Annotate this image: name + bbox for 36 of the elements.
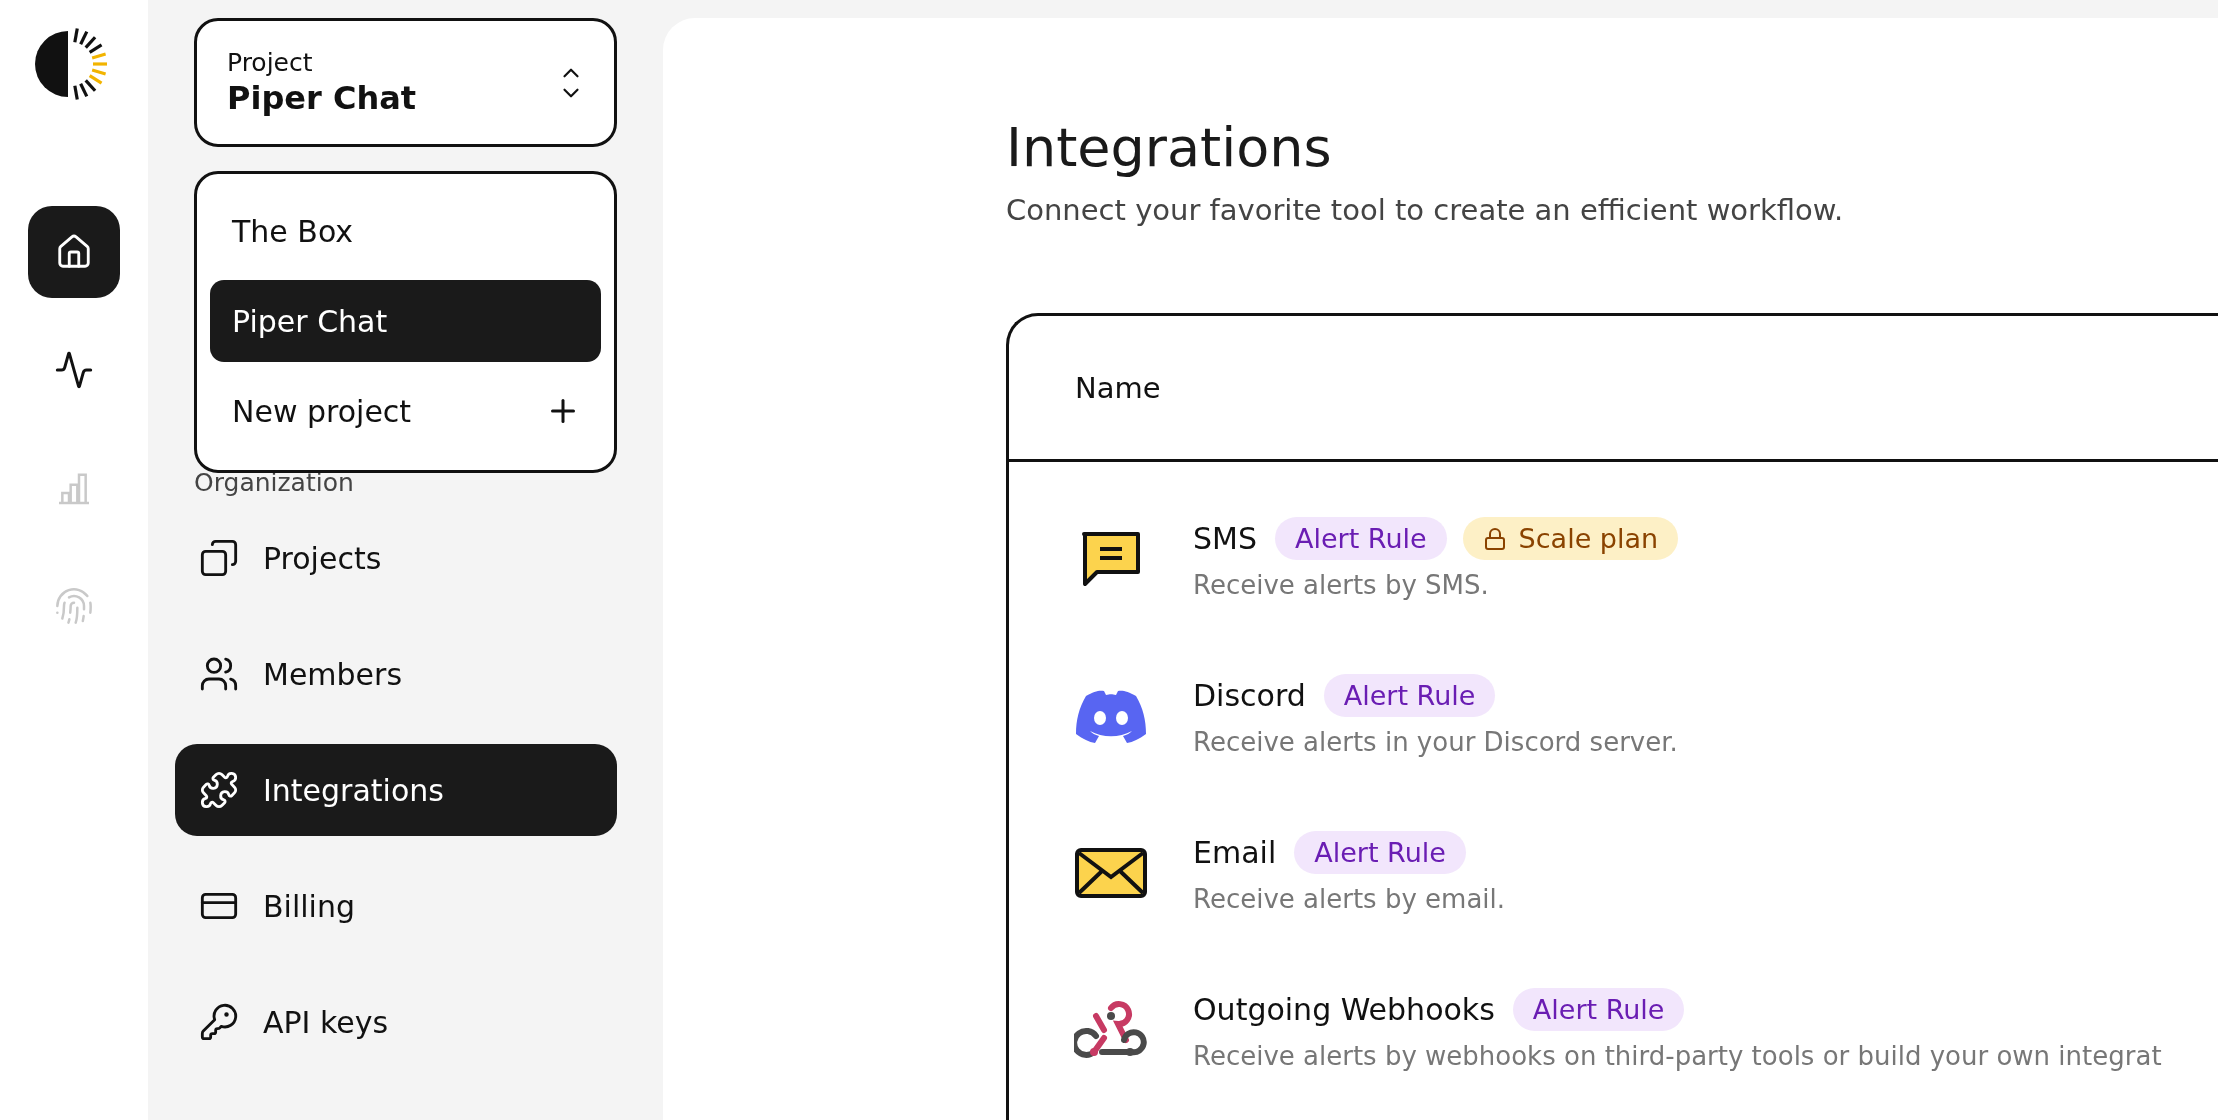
nav-item[interactable]: Members — [175, 628, 617, 720]
integration-name: Email — [1193, 835, 1277, 870]
fingerprint-icon — [54, 586, 94, 626]
selector-value: Piper Chat — [227, 79, 417, 117]
menu-item[interactable]: Piper Chat — [210, 280, 601, 362]
integration-name: Outgoing Webhooks — [1193, 992, 1495, 1027]
chat-bubble-icon — [1080, 529, 1142, 588]
integration-description: Receive alerts by SMS. — [1193, 570, 1490, 600]
key-icon — [199, 1002, 239, 1042]
tag: Alert Rule — [1294, 831, 1466, 874]
integration-name: SMS — [1193, 521, 1257, 556]
envelope-icon — [1074, 846, 1148, 899]
project-selector[interactable]: Project Piper Chat — [194, 18, 617, 147]
integration-description: Receive alerts by email. — [1193, 884, 1506, 914]
nav-item[interactable]: Integrations — [175, 744, 617, 836]
integration-description: Receive alerts by webhooks on third-party tools or build your own integrat — [1193, 1041, 2162, 1071]
integration-name: Discord — [1193, 678, 1306, 713]
page-subtitle: Connect your favorite tool to create an efficient workflow. — [1006, 193, 1845, 227]
nav-item[interactable]: Projects — [175, 512, 617, 604]
home-button[interactable] — [28, 206, 120, 298]
page-title: Integrations — [1006, 116, 1333, 179]
integration-description: Receive alerts in your Discord server. — [1193, 727, 1678, 757]
nav-item[interactable]: Billing — [175, 860, 617, 952]
activity-icon — [54, 350, 94, 390]
tag: Alert Rule — [1323, 674, 1496, 717]
column-header: Name — [1075, 370, 1161, 405]
tag: Alert Rule — [1275, 517, 1447, 560]
home-icon — [55, 233, 93, 271]
tag: Alert Rule — [1512, 988, 1685, 1031]
stacked-squares-icon — [199, 538, 239, 578]
section-heading: Organization — [194, 468, 355, 499]
selector-label: Project — [227, 48, 314, 77]
puzzle-icon — [199, 770, 239, 810]
lock-icon — [1482, 526, 1507, 551]
nav-item[interactable]: API keys — [175, 976, 617, 1068]
tag: Scale plan — [1462, 517, 1679, 560]
